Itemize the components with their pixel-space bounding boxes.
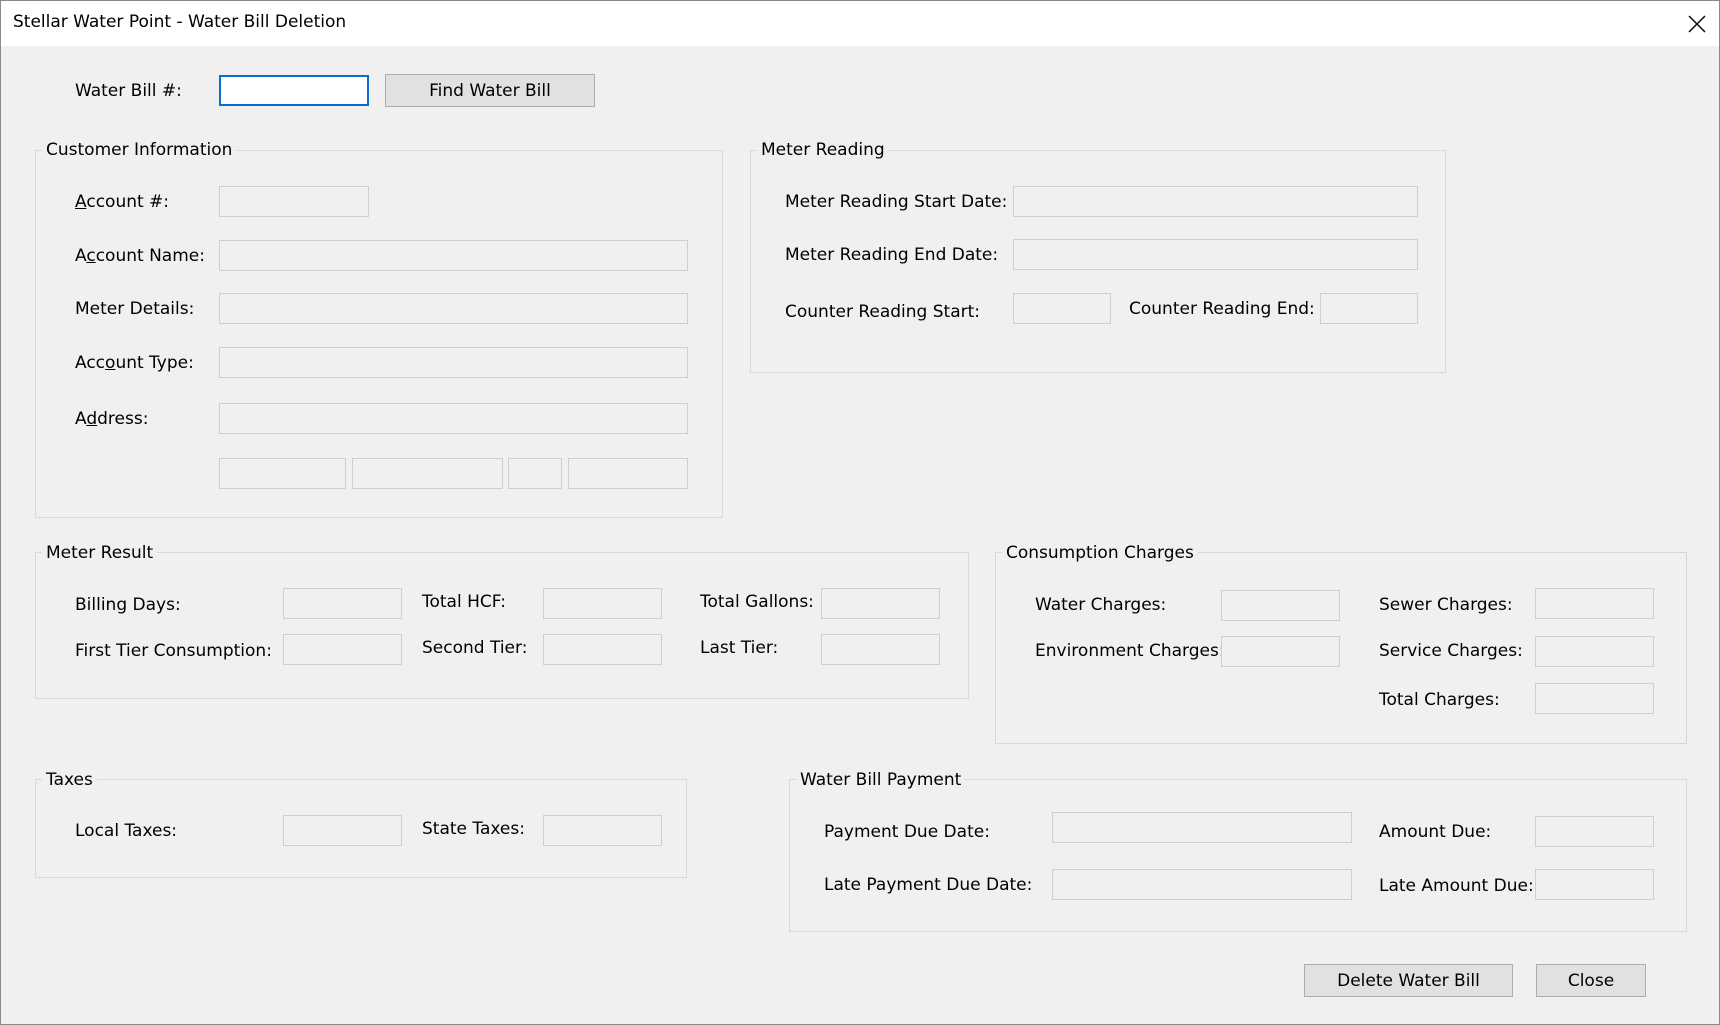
- late-amount-due-field[interactable]: [1535, 869, 1654, 900]
- total-charges-label: Total Charges:: [1379, 690, 1500, 710]
- meter-reading-legend: Meter Reading: [757, 139, 889, 161]
- county-field[interactable]: [352, 458, 503, 489]
- second-tier-label: Second Tier:: [422, 638, 528, 658]
- last-tier-label: Last Tier:: [700, 638, 779, 658]
- consumption-charges-legend: Consumption Charges: [1002, 542, 1198, 564]
- meter-reading-end-date-label: Meter Reading End Date:: [785, 245, 999, 265]
- water-bill-number-input[interactable]: [219, 75, 369, 106]
- state-taxes-field[interactable]: [543, 815, 662, 846]
- close-button[interactable]: Close: [1536, 964, 1646, 997]
- meter-reading-start-date-label: Meter Reading Start Date:: [785, 192, 1008, 212]
- amount-due-field[interactable]: [1535, 816, 1654, 847]
- second-tier-field[interactable]: [543, 634, 662, 665]
- find-water-bill-button[interactable]: Find Water Bill: [385, 74, 595, 107]
- meter-result-legend: Meter Result: [42, 542, 158, 564]
- counter-reading-end-label: Counter Reading End:: [1129, 299, 1315, 319]
- delete-water-bill-button[interactable]: Delete Water Bill: [1304, 964, 1513, 997]
- address-label: Address:: [75, 409, 149, 429]
- window-title: Stellar Water Point - Water Bill Deletio…: [13, 12, 347, 32]
- title-bar: Stellar Water Point - Water Bill Deletio…: [1, 1, 1719, 46]
- meter-reading-start-date-field[interactable]: [1013, 186, 1418, 217]
- close-icon: [1688, 15, 1706, 33]
- customer-information-legend: Customer Information: [42, 139, 237, 161]
- sewer-charges-label: Sewer Charges:: [1379, 595, 1513, 615]
- window-close-button[interactable]: [1673, 9, 1717, 39]
- account-number-label: Account #:: [75, 192, 170, 212]
- account-type-field[interactable]: [219, 347, 688, 378]
- total-hcf-label: Total HCF:: [422, 592, 506, 612]
- billing-days-field[interactable]: [283, 588, 402, 619]
- water-charges-field[interactable]: [1221, 590, 1340, 621]
- total-gallons-label: Total Gallons:: [700, 592, 814, 612]
- environment-charges-label: Environment Charges:: [1035, 641, 1225, 661]
- service-charges-field[interactable]: [1535, 636, 1654, 667]
- meter-details-field[interactable]: [219, 293, 688, 324]
- city-field[interactable]: [219, 458, 346, 489]
- sewer-charges-field[interactable]: [1535, 588, 1654, 619]
- total-gallons-field[interactable]: [821, 588, 940, 619]
- environment-charges-field[interactable]: [1221, 636, 1340, 667]
- counter-reading-start-label: Counter Reading Start:: [785, 302, 981, 322]
- zip-code-field[interactable]: [568, 458, 688, 489]
- water-bill-payment-legend: Water Bill Payment: [796, 769, 966, 791]
- late-amount-due-label: Late Amount Due:: [1379, 876, 1534, 896]
- taxes-legend: Taxes: [42, 769, 97, 791]
- account-name-label: Account Name:: [75, 246, 205, 266]
- late-payment-due-date-field[interactable]: [1052, 869, 1352, 900]
- address-field[interactable]: [219, 403, 688, 434]
- account-name-field[interactable]: [219, 240, 688, 271]
- meter-reading-end-date-field[interactable]: [1013, 239, 1418, 270]
- first-tier-consumption-label: First Tier Consumption:: [75, 641, 272, 661]
- service-charges-label: Service Charges:: [1379, 641, 1523, 661]
- local-taxes-field[interactable]: [283, 815, 402, 846]
- payment-due-date-field[interactable]: [1052, 812, 1352, 843]
- meter-result-group: [35, 552, 969, 699]
- counter-reading-start-field[interactable]: [1013, 293, 1111, 324]
- first-tier-consumption-field[interactable]: [283, 634, 402, 665]
- amount-due-label: Amount Due:: [1379, 822, 1492, 842]
- meter-details-label: Meter Details:: [75, 299, 195, 319]
- water-bill-number-label: Water Bill #:: [75, 81, 182, 101]
- total-hcf-field[interactable]: [543, 588, 662, 619]
- state-field[interactable]: [508, 458, 562, 489]
- last-tier-field[interactable]: [821, 634, 940, 665]
- billing-days-label: Billing Days:: [75, 595, 181, 615]
- total-charges-field[interactable]: [1535, 683, 1654, 714]
- water-bill-deletion-window: Stellar Water Point - Water Bill Deletio…: [0, 0, 1720, 1025]
- payment-due-date-label: Payment Due Date:: [824, 822, 990, 842]
- account-type-label: Account Type:: [75, 353, 194, 373]
- state-taxes-label: State Taxes:: [422, 819, 525, 839]
- late-payment-due-date-label: Late Payment Due Date:: [824, 875, 1033, 895]
- water-charges-label: Water Charges:: [1035, 595, 1167, 615]
- local-taxes-label: Local Taxes:: [75, 821, 178, 841]
- counter-reading-end-field[interactable]: [1320, 293, 1418, 324]
- water-bill-payment-group: [789, 779, 1687, 932]
- account-number-field[interactable]: [219, 186, 369, 217]
